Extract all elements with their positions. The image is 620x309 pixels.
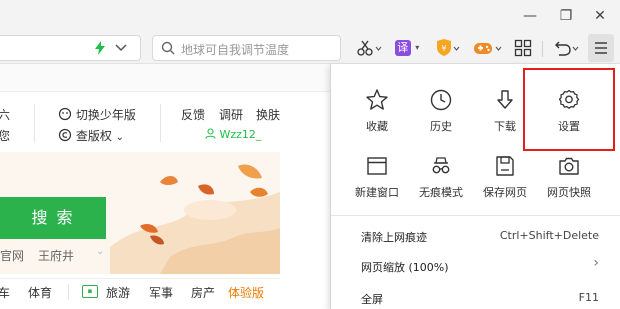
youth-mode-label: 切换少年版 xyxy=(75,108,136,122)
web-page: 六 您 切换少年版 查版权 ⌄ 反馈 调研 换肤 Wzz12_ 搜 索 官网 王… xyxy=(0,64,330,309)
user-icon xyxy=(205,128,216,139)
clear-history-shortcut: Ctrl+Shift+Delete xyxy=(499,229,599,242)
gamepad-icon xyxy=(474,43,502,54)
fullscreen-label: 全屏 xyxy=(361,293,383,306)
divider xyxy=(0,278,280,279)
scissors-button[interactable] xyxy=(354,36,384,60)
settings-item[interactable]: 设置 xyxy=(537,88,601,148)
copyright-icon xyxy=(58,128,72,142)
link-divider xyxy=(34,104,35,142)
translate-dropdown-icon: ▾ xyxy=(415,43,420,52)
category-link[interactable]: 旅游 xyxy=(106,284,130,301)
user-link[interactable]: Wzz12_ xyxy=(205,128,261,141)
youth-mode-link[interactable]: 切换少年版 xyxy=(58,106,136,123)
undo-icon xyxy=(555,41,579,56)
close-button[interactable]: ✕ xyxy=(590,6,610,26)
link-divider xyxy=(68,284,69,300)
new-window-label: 新建窗口 xyxy=(355,186,399,199)
zoom-chevron-right-icon: › xyxy=(593,255,599,271)
youth-icon xyxy=(58,107,72,121)
menu-button[interactable] xyxy=(588,34,614,62)
hot-link[interactable]: 王府井 xyxy=(38,247,74,264)
survey-link[interactable]: 调研 xyxy=(219,106,243,123)
gear-icon xyxy=(558,89,580,109)
svg-text:¥: ¥ xyxy=(441,44,446,53)
browser-menu: 收藏 历史 下载 设置 新建窗口 无痕模式 保存网页 网页快照 清除上网痕迹 C… xyxy=(330,64,620,309)
toolbar-divider xyxy=(542,41,543,57)
hot-link[interactable]: 官网 xyxy=(0,247,24,264)
save-icon xyxy=(496,156,514,176)
search-icon xyxy=(161,41,175,55)
search-box[interactable]: 地球可自我调节温度 xyxy=(152,35,341,61)
settings-label: 设置 xyxy=(558,120,580,133)
clear-history-item[interactable]: 清除上网痕迹 Ctrl+Shift+Delete xyxy=(331,222,620,252)
link-divider xyxy=(160,104,161,142)
lightning-icon xyxy=(95,41,105,55)
history-label: 历史 xyxy=(430,120,452,133)
address-bar[interactable] xyxy=(0,35,141,61)
hamburger-icon xyxy=(595,42,607,54)
incognito-item[interactable]: 无痕模式 xyxy=(409,154,473,214)
undo-button[interactable] xyxy=(550,36,580,60)
favorites-label: 收藏 xyxy=(366,120,388,133)
hot-links-chevron-icon[interactable]: ⌄ xyxy=(96,246,104,257)
save-page-label: 保存网页 xyxy=(483,186,527,199)
restore-button[interactable]: ❐ xyxy=(556,6,576,26)
scissors-icon xyxy=(357,40,382,56)
link-col1-a[interactable]: 六 xyxy=(0,106,10,123)
clear-history-label: 清除上网痕迹 xyxy=(361,231,427,244)
history-item[interactable]: 历史 xyxy=(409,88,473,148)
search-placeholder: 地球可自我调节温度 xyxy=(181,43,290,57)
fullscreen-shortcut: F11 xyxy=(578,291,599,304)
glasses-icon xyxy=(432,157,450,174)
translate-icon: 译 xyxy=(394,40,411,56)
snapshot-label: 网页快照 xyxy=(547,186,591,199)
toolbar: 地球可自我调节温度 译 ▾ ¥ xyxy=(0,32,620,64)
search-button[interactable]: 搜 索 xyxy=(0,197,106,239)
incognito-label: 无痕模式 xyxy=(419,186,463,199)
category-link[interactable]: 体育 xyxy=(28,284,52,301)
shield-coupon-icon: ¥ xyxy=(437,39,460,56)
star-icon xyxy=(366,89,388,110)
new-window-item[interactable]: 新建窗口 xyxy=(345,154,409,214)
game-button[interactable] xyxy=(470,36,504,60)
title-bar: — ❐ ✕ xyxy=(0,0,620,32)
favorites-item[interactable]: 收藏 xyxy=(345,88,409,148)
download-icon xyxy=(497,90,513,109)
camera-icon xyxy=(559,157,579,175)
beta-version-link[interactable]: 体验版 xyxy=(228,284,264,301)
snapshot-item[interactable]: 网页快照 xyxy=(537,154,601,214)
category-link[interactable]: 车 xyxy=(0,284,10,301)
link-col1-b[interactable]: 您 xyxy=(0,127,10,144)
coupon-button[interactable]: ¥ xyxy=(432,36,462,60)
save-page-item[interactable]: 保存网页 xyxy=(473,154,537,214)
chevron-down-icon[interactable] xyxy=(115,44,127,52)
zoom-item[interactable]: 网页缩放 (100%) › xyxy=(331,252,620,282)
zoom-label: 网页缩放 (100%) xyxy=(361,261,449,274)
category-link[interactable]: 房产 xyxy=(191,284,215,301)
apps-button[interactable] xyxy=(511,36,535,60)
feedback-link[interactable]: 反馈 xyxy=(181,106,205,123)
fullscreen-item[interactable]: 全屏 F11 xyxy=(331,284,620,309)
category-link[interactable]: 军事 xyxy=(149,284,173,301)
window-icon xyxy=(367,157,387,175)
menu-divider xyxy=(331,215,620,216)
anti-copy-label: 查版权 xyxy=(75,129,112,143)
skin-link[interactable]: 换肤 xyxy=(256,106,280,123)
clock-icon xyxy=(430,89,452,111)
tv-icon: ▪ xyxy=(82,285,98,298)
minimize-button[interactable]: — xyxy=(520,6,540,26)
username-label: Wzz12_ xyxy=(219,128,262,141)
page-top-strip xyxy=(0,64,330,92)
translate-button[interactable]: 译 ▾ xyxy=(392,36,422,60)
anti-copy-chevron-icon: ⌄ xyxy=(115,132,125,143)
grid-icon xyxy=(514,39,532,57)
anti-copy-link[interactable]: 查版权 ⌄ xyxy=(58,127,124,144)
